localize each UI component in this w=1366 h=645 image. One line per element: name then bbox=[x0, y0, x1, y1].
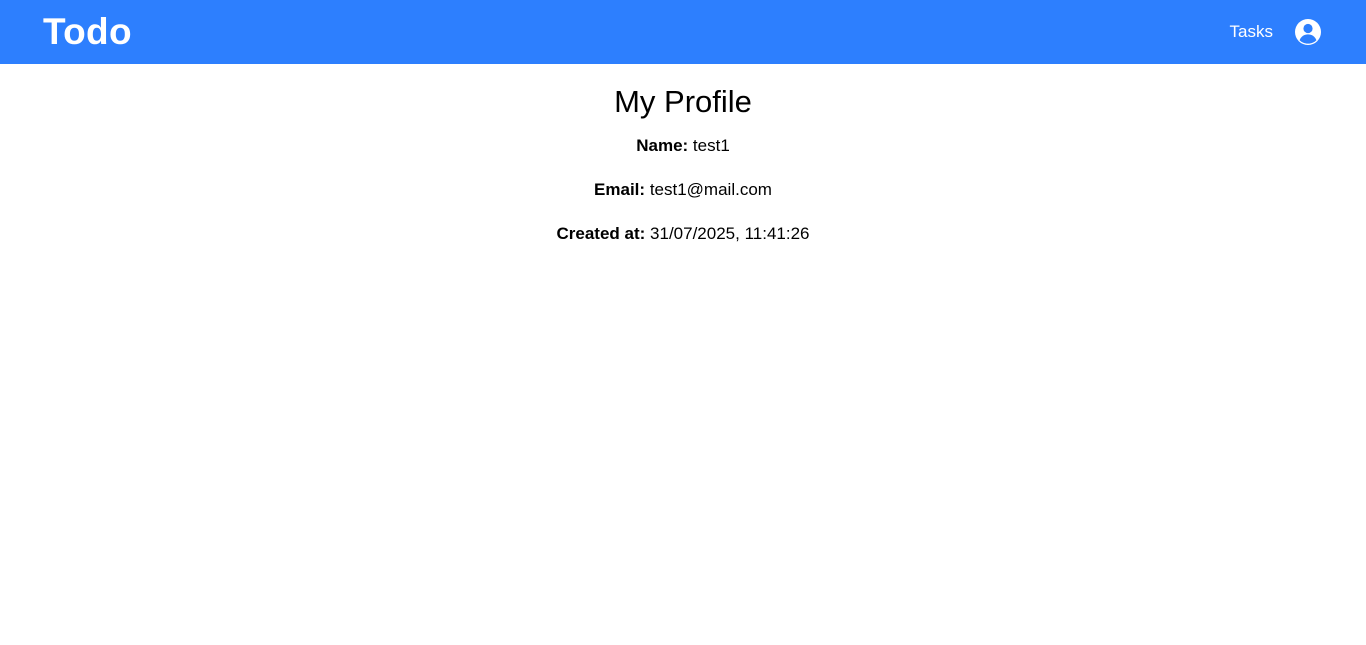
profile-name-row: Name: test1 bbox=[0, 134, 1366, 158]
created-value: 31/07/2025, 11:41:26 bbox=[650, 224, 810, 243]
user-circle-icon[interactable] bbox=[1294, 18, 1322, 46]
nav-right: Tasks bbox=[1230, 0, 1322, 64]
page-title: My Profile bbox=[614, 84, 752, 119]
name-value: test1 bbox=[692, 136, 730, 155]
brand-logo[interactable]: Todo bbox=[43, 0, 132, 64]
email-label: Email: bbox=[594, 180, 646, 199]
profile-content: My Profile Name: test1 Email: test1@mail… bbox=[0, 64, 1366, 246]
nav-link-tasks[interactable]: Tasks bbox=[1230, 22, 1273, 42]
email-value: test1@mail.com bbox=[649, 180, 772, 199]
profile-created-row: Created at: 31/07/2025, 11:41:26 bbox=[0, 222, 1366, 246]
top-navbar: Todo Tasks bbox=[0, 0, 1366, 64]
created-label: Created at: bbox=[556, 224, 646, 243]
user-circle-icon-graphic bbox=[1295, 19, 1321, 45]
name-label: Name: bbox=[636, 136, 689, 155]
profile-email-row: Email: test1@mail.com bbox=[0, 178, 1366, 202]
